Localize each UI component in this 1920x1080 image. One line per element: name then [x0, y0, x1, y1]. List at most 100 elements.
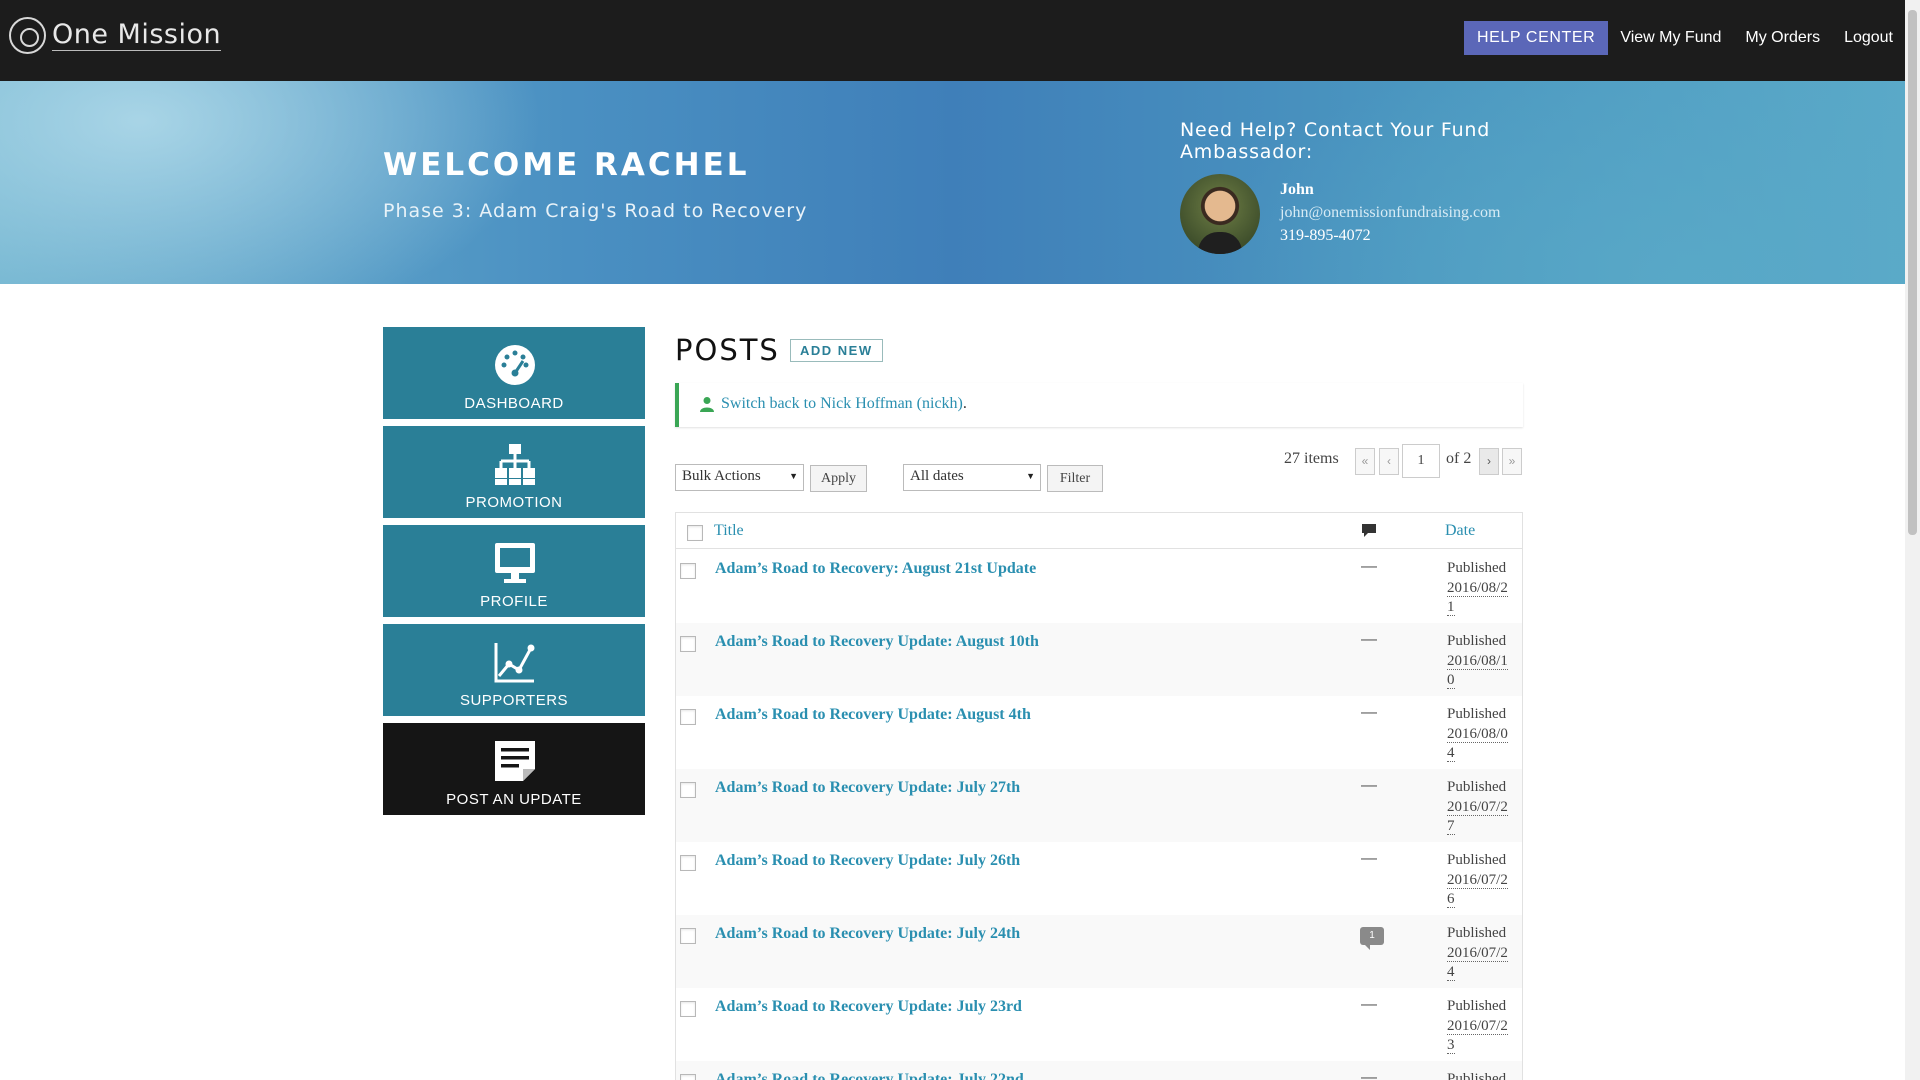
org-chart-icon: [495, 444, 535, 485]
total-pages-label: of 2: [1446, 450, 1472, 467]
post-title-link[interactable]: Adam’s Road to Recovery: August 21st Upd…: [715, 560, 1036, 578]
post-status: Published: [1447, 852, 1507, 868]
post-title-link[interactable]: Adam’s Road to Recovery Update: July 27t…: [715, 779, 1020, 797]
sidebar-item-post-an-update[interactable]: POST AN UPDATE: [383, 723, 645, 815]
logo-text: One Mission: [52, 19, 222, 51]
post-title-link[interactable]: Adam’s Road to Recovery Update: July 26t…: [715, 852, 1020, 870]
first-page-button[interactable]: «: [1355, 448, 1375, 475]
ambassador-name: John: [1280, 181, 1314, 198]
row-checkbox[interactable]: [680, 636, 696, 652]
select-all-checkbox[interactable]: [687, 525, 703, 541]
my-orders-link[interactable]: My Orders: [1733, 21, 1832, 55]
sidebar-item-label: POST AN UPDATE: [446, 791, 582, 808]
current-page-input[interactable]: 1: [1402, 444, 1440, 478]
sidebar-item-dashboard[interactable]: DASHBOARD: [383, 327, 645, 419]
comment-count: —: [1361, 996, 1377, 1013]
post-title-link[interactable]: Adam’s Road to Recovery Update: July 24t…: [715, 925, 1020, 943]
post-title-link[interactable]: Adam’s Road to Recovery Update: July 23r…: [715, 998, 1022, 1016]
post-status: Published: [1447, 998, 1507, 1014]
sidebar-item-profile[interactable]: PROFILE: [383, 525, 645, 617]
row-checkbox[interactable]: [680, 1001, 696, 1017]
sidebar-item-promotion[interactable]: PROMOTION: [383, 426, 645, 518]
post-title-link[interactable]: Adam’s Road to Recovery Update: August 4…: [715, 706, 1031, 724]
post-date: 2016/08/04: [1447, 726, 1508, 762]
post-status: Published: [1447, 1071, 1507, 1080]
post-date: 2016/08/10: [1447, 653, 1508, 689]
help-center-button[interactable]: HELP CENTER: [1463, 21, 1609, 55]
row-checkbox[interactable]: [680, 855, 696, 871]
next-page-button[interactable]: ›: [1479, 448, 1499, 475]
post-date: 2016/07/27: [1447, 799, 1508, 835]
bulk-actions-select[interactable]: Bulk Actions: [675, 464, 804, 491]
post-date: 2016/07/23: [1447, 1018, 1508, 1054]
view-my-fund-link[interactable]: View My Fund: [1608, 21, 1733, 55]
user-icon: [700, 397, 714, 412]
page-scrollbar[interactable]: [1905, 0, 1920, 1080]
row-checkbox[interactable]: [680, 928, 696, 944]
row-checkbox[interactable]: [680, 782, 696, 798]
document-icon: [495, 741, 535, 781]
table-row: Adam’s Road to Recovery: August 21st Upd…: [676, 550, 1522, 623]
logout-link[interactable]: Logout: [1832, 21, 1905, 55]
post-date: 2016/07/24: [1447, 945, 1508, 981]
sidebar-item-label: SUPPORTERS: [459, 692, 569, 709]
ambassador-avatar: [1180, 174, 1260, 254]
row-checkbox[interactable]: [680, 709, 696, 725]
table-row: Adam’s Road to Recovery Update: July 23r…: [676, 988, 1522, 1061]
comment-count: —: [1361, 704, 1377, 721]
column-title-header[interactable]: Title: [714, 522, 744, 540]
sidebar-item-label: PROMOTION: [465, 494, 563, 511]
post-status: Published: [1447, 925, 1507, 941]
add-new-button[interactable]: ADD NEW: [790, 339, 883, 362]
apply-button[interactable]: Apply: [810, 465, 867, 492]
dashboard-gauge-icon: [495, 345, 535, 385]
switch-back-link[interactable]: Switch back to Nick Hoffman (nickh): [721, 395, 963, 412]
post-title-link[interactable]: Adam’s Road to Recovery Update: July 22n…: [715, 1071, 1024, 1080]
prev-page-button[interactable]: ‹: [1379, 448, 1399, 475]
column-date-header[interactable]: Date: [1445, 522, 1475, 540]
post-status: Published: [1447, 779, 1507, 795]
logo[interactable]: One Mission: [9, 17, 222, 54]
post-date: 2016/07/26: [1447, 872, 1508, 908]
posts-table: Title Date Adam’s Road to Recovery: Augu…: [675, 512, 1523, 1080]
sidebar-item-supporters[interactable]: SUPPORTERS: [383, 624, 645, 716]
items-count: 27 items: [1284, 450, 1339, 467]
top-bar: One Mission HELP CENTER View My Fund My …: [0, 0, 1905, 81]
table-row: Adam’s Road to Recovery Update: July 27t…: [676, 769, 1522, 842]
table-row: Adam’s Road to Recovery Update: July 22n…: [676, 1061, 1522, 1080]
ambassador-email-link[interactable]: john@onemissionfundraising.com: [1280, 204, 1501, 222]
post-title-link[interactable]: Adam’s Road to Recovery Update: August 1…: [715, 633, 1039, 651]
date-filter-select[interactable]: All dates: [903, 464, 1041, 491]
sidebar-item-label: DASHBOARD: [464, 395, 564, 412]
help-contact-title: Need Help? Contact Your Fund Ambassador:: [1180, 119, 1491, 163]
filter-button[interactable]: Filter: [1047, 465, 1103, 492]
welcome-heading: WELCOME RACHEL: [383, 147, 750, 183]
table-header: Title Date: [676, 513, 1522, 549]
post-date: 2016/08/21: [1447, 580, 1508, 616]
table-row: Adam’s Road to Recovery Update: July 26t…: [676, 842, 1522, 915]
post-status: Published: [1447, 706, 1507, 722]
page-title: POSTS: [675, 333, 780, 367]
table-row: Adam’s Road to Recovery Update: July 24t…: [676, 915, 1522, 988]
row-checkbox[interactable]: [680, 1074, 696, 1080]
sidebar-item-label: PROFILE: [480, 593, 548, 610]
comment-count-badge[interactable]: 1: [1360, 927, 1384, 950]
comment-count: —: [1361, 1069, 1377, 1080]
last-page-button[interactable]: »: [1502, 448, 1522, 475]
comment-count: —: [1361, 558, 1377, 575]
comment-count: —: [1361, 631, 1377, 648]
scrollbar-thumb[interactable]: [1908, 10, 1917, 535]
post-status: Published: [1447, 633, 1507, 649]
notice-suffix: .: [962, 395, 967, 412]
row-checkbox[interactable]: [680, 563, 696, 579]
table-row: Adam’s Road to Recovery Update: August 1…: [676, 623, 1522, 696]
line-chart-icon: [494, 643, 535, 683]
logo-mark-icon: [9, 17, 46, 54]
table-row: Adam’s Road to Recovery Update: August 4…: [676, 696, 1522, 769]
comment-count: —: [1361, 850, 1377, 867]
comment-count: —: [1361, 777, 1377, 794]
comments-icon[interactable]: [1361, 523, 1377, 538]
hero-banner: WELCOME RACHEL Phase 3: Adam Craig's Roa…: [0, 81, 1905, 284]
post-status: Published: [1447, 560, 1507, 576]
monitor-icon: [495, 543, 535, 583]
